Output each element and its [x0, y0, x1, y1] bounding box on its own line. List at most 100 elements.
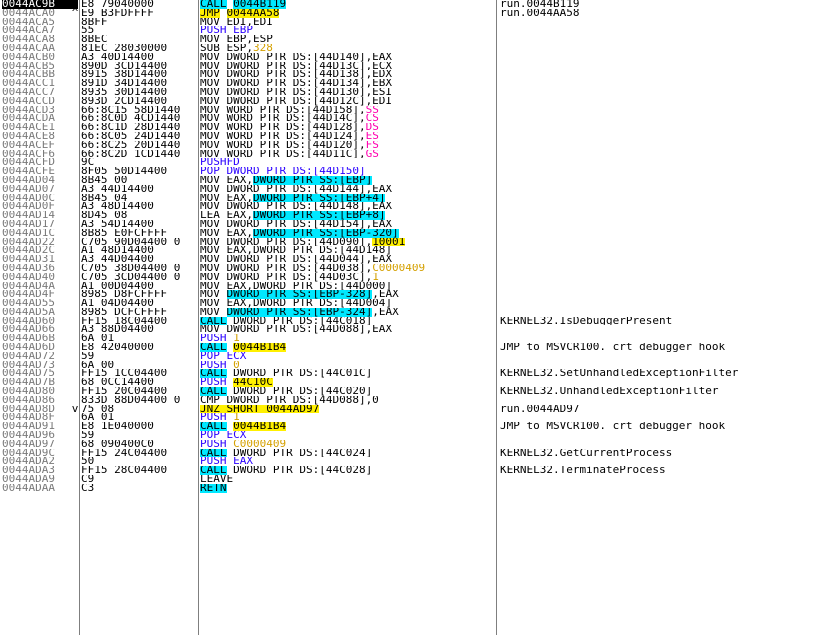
instruction-row[interactable]: 0044AD66 A3 88D04400 MOV DWORD PTR DS:[44D… — [0, 325, 826, 334]
disassembly-cell: MOV DWORD PTR DS:[44D13C],ECX — [200, 62, 496, 71]
address-cell: 0044ACE8 — [2, 131, 55, 141]
instruction-row[interactable]: 0044ACB0 A3 40D14400 MOV DWORD PTR DS:[44D… — [0, 53, 826, 62]
instruction-row[interactable]: 0044AD31 A3 44D04400 MOV DWORD PTR DS:[44D… — [0, 255, 826, 264]
instruction-row[interactable]: 0044AD7B 68 0CC14400 PUSH 44C10C — [0, 378, 826, 388]
instruction-row[interactable]: 0044ACF6 66:8C2D 1CD1440 MOV WORD PTR DS:[… — [0, 150, 826, 159]
disassembly-token: MOV DWORD PTR DS:[44D148],EAX — [200, 202, 393, 212]
instruction-row[interactable]: 0044AD07 A3 44D14400 MOV DWORD PTR DS:[44D… — [0, 185, 826, 194]
address-cell: 0044ACFE — [2, 167, 55, 176]
disassembly-token — [220, 9, 227, 18]
instruction-row[interactable]: 0044AD80 FF15 20C04400 CALL DWORD PTR DS:[… — [0, 387, 826, 396]
jump-direction-marker: ^ — [71, 5, 79, 19]
instruction-row[interactable]: 0044AD96 59 POP ECX — [0, 431, 826, 440]
instruction-row[interactable]: 0044AD1C 8B85 E0FCFFFF MOV EAX,DWORD PTR S… — [0, 228, 826, 238]
instruction-row[interactable]: 0044AC9B E8 79040000 CALL 0044B119 run.0044… — [0, 0, 826, 9]
disassembly-token: MOV DWORD PTR DS:[44D090], — [200, 237, 373, 247]
instruction-row[interactable]: 0044ACA7 55 PUSH EBP — [0, 26, 826, 35]
instruction-row[interactable]: 0044ACCD 893D 2CD14400 MOV DWORD PTR DS:[4… — [0, 97, 826, 106]
address-cell: 0044ACEF — [2, 140, 55, 150]
disassembly-token: ES — [365, 131, 379, 141]
disassembly-token: CALL — [200, 466, 227, 476]
disassembly-token: PUSH — [200, 413, 234, 423]
disassembly-token: CALL — [200, 369, 227, 379]
instruction-row[interactable]: 0044ADA9 C9 LEAVE — [0, 475, 826, 484]
instruction-row[interactable]: 0044ADAA C3 RETN — [0, 483, 826, 493]
disassembly-token: MOV DWORD PTR DS:[44D12C],EDI — [200, 96, 393, 106]
instruction-row[interactable]: 0044AD9C FF15 24C04400 CALL DWORD PTR DS:[… — [0, 448, 826, 458]
instruction-row[interactable]: 0044AD73 6A 00 PUSH 0 — [0, 361, 826, 370]
instruction-row[interactable]: 0044AD14 8D45 08 LEA EAX,DWORD PTR SS:[EBP… — [0, 211, 826, 220]
instruction-row[interactable]: 0044AD40 C705 3CD04400 0 MOV DWORD PTR DS:… — [0, 273, 826, 282]
disassembly-token: PUSH EBP — [200, 26, 253, 36]
disassembly-token: MOV DWORD PTR DS:[44D130],ESI — [200, 87, 393, 97]
disassembly-token: 1 — [233, 334, 240, 344]
instruction-row[interactable]: 0044AD55 A1 04D04400 MOV EAX,DWORD PTR DS:… — [0, 299, 826, 308]
disassembly-cell: CALL DWORD PTR DS:[44C028] — [200, 466, 496, 476]
address-cell: 0044AD40 — [2, 272, 55, 282]
instruction-row[interactable]: 0044AD17 A3 54D14400 MOV DWORD PTR DS:[44D… — [0, 220, 826, 229]
instruction-row[interactable]: 0044ADA2 50 PUSH EAX — [0, 457, 826, 466]
disassembly-cell: PUSH EBP — [200, 26, 496, 35]
hex-dump-cell: C3 — [81, 483, 95, 493]
instruction-row[interactable]: 0044AD60 FF15 18C04400 CALL DWORD PTR DS:[… — [0, 316, 826, 326]
instruction-row[interactable]: 0044ACC7 8935 30D14400 MOV DWORD PTR DS:[4… — [0, 88, 826, 97]
instruction-row[interactable]: 0044AD8F 6A 01 PUSH 1 — [0, 413, 826, 422]
instruction-row[interactable]: 0044AD91 E8 1E040000 CALL 0044B1B4 JMP to M… — [0, 422, 826, 432]
instruction-row[interactable]: 0044AD86 833D 88D04400 0 CMP DWORD PTR DS:… — [0, 396, 826, 405]
instruction-row[interactable]: 0044AD6B 6A 01 PUSH 1 — [0, 334, 826, 343]
disassembly-token: MOV DWORD PTR DS:[44D140],EAX — [200, 52, 393, 62]
instruction-row[interactable]: 0044AD22 C705 90D04400 0 MOV DWORD PTR DS:… — [0, 237, 826, 247]
instruction-row[interactable]: 0044ACE8 66:8C05 24D1440 MOV WORD PTR DS:[… — [0, 132, 826, 141]
hex-dump-cell: A3 88D04400 — [81, 325, 154, 335]
disassembly-token: POP ECX — [200, 351, 247, 361]
instruction-row[interactable]: 0044AD04 8B45 00 MOV EAX,DWORD PTR SS:[EBP… — [0, 175, 826, 185]
instruction-row[interactable]: 0044ACD3 66:8C15 58D1440 MOV WORD PTR DS:[… — [0, 106, 826, 115]
instruction-row[interactable]: 0044AD4A A1 00D04400 MOV EAX,DWORD PTR DS:… — [0, 282, 826, 291]
instruction-row[interactable]: 0044ACAA 81EC 28030000 SUB ESP,328 — [0, 44, 826, 53]
address-cell: 0044ACA8 — [2, 35, 55, 44]
disassembly-cell: JMP 0044AA58 — [200, 8, 496, 18]
address-cell: 0044ACB5 — [2, 61, 55, 71]
disassembly-cell: MOV DWORD PTR DS:[44D090],10001 — [200, 237, 496, 247]
instruction-row[interactable]: 0044AD4F 8985 D8FCFFFF MOV DWORD PTR SS:[E… — [0, 290, 826, 300]
hex-dump-cell: FF15 28C04400 — [81, 466, 168, 476]
hex-dump-cell: FF15 24C04400 — [81, 448, 168, 458]
instruction-row[interactable]: 0044AD75 FF15 1CC04400 CALL DWORD PTR DS:[… — [0, 369, 826, 379]
disassembly-token: MOV DWORD PTR DS:[44D088],EAX — [200, 325, 393, 335]
disassembly-token: DWORD PTR DS:[44C024] — [226, 448, 373, 458]
disassembly-cell: MOV EAX,DWORD PTR SS:[EBP+4] — [200, 193, 496, 203]
instruction-row[interactable]: 0044ACA5 8BFF MOV EDI,EDI — [0, 18, 826, 27]
instruction-row[interactable]: 0044AD0C 8B45 04 MOV EAX,DWORD PTR SS:[EBP… — [0, 193, 826, 203]
disassembly-token: PUSH — [200, 439, 234, 449]
disassembly-token: MOV WORD PTR DS:[44D11C], — [200, 149, 366, 159]
instruction-row[interactable]: 0044ACA8 8BEC MOV EBP,ESP — [0, 35, 826, 44]
disassembly-token: C0000409 — [233, 439, 287, 449]
instruction-row[interactable]: 0044ACBB 8915 38D14400 MOV DWORD PTR DS:[4… — [0, 70, 826, 79]
address-cell: 0044AD1C — [2, 228, 55, 238]
instruction-row[interactable]: 0044AD8D v 75 08 JNZ SHORT 0044AD97 run.0044… — [0, 403, 826, 414]
instruction-row[interactable]: 0044AD5A 8985 DCFCFFFF MOV DWORD PTR SS:[E… — [0, 307, 826, 317]
disassembly-pane[interactable]: 0044AC9B E8 79040000 CALL 0044B119 run.0044… — [0, 0, 826, 635]
instruction-row[interactable]: 0044ACDA 66:8C0D 4CD1440 MOV WORD PTR DS:[… — [0, 114, 826, 123]
instruction-row[interactable]: 0044ACEF 66:8C25 20D1440 MOV WORD PTR DS:[… — [0, 141, 826, 150]
instruction-row[interactable]: 0044ACB5 890D 3CD14400 MOV DWORD PTR DS:[4… — [0, 62, 826, 71]
instruction-row[interactable]: 0044ACC1 891D 34D14400 MOV DWORD PTR DS:[4… — [0, 79, 826, 88]
instruction-row[interactable]: 0044ACFE 8F05 50D14400 POP DWORD PTR DS:[4… — [0, 167, 826, 176]
instruction-row[interactable]: 0044AD6D E8 42040000 CALL 0044B1B4 JMP to M… — [0, 343, 826, 352]
instruction-row[interactable]: 0044AD72 59 POP ECX — [0, 352, 826, 361]
address-cell: 0044AD14 — [2, 211, 55, 220]
disassembly-token: DWORD PTR SS:[EBP+8] — [252, 211, 386, 220]
instruction-row[interactable]: 0044AD0F A3 48D14400 MOV DWORD PTR DS:[44D… — [0, 202, 826, 211]
hex-dump-cell: 55 — [81, 26, 95, 36]
instruction-row[interactable]: 0044ADA3 FF15 28C04400 CALL DWORD PTR DS:[… — [0, 466, 826, 476]
disassembly-token: CALL — [200, 422, 227, 432]
instruction-row[interactable]: 0044AD2C A1 48D14400 MOV EAX,DWORD PTR DS:… — [0, 246, 826, 255]
instruction-row[interactable]: 0044AD36 C705 38D04400 0 MOV DWORD PTR DS:… — [0, 264, 826, 273]
instruction-row[interactable]: 0044AD97 68 090400C0 PUSH C0000409 — [0, 440, 826, 449]
disassembly-cell: MOV DWORD PTR DS:[44D12C],EDI — [200, 97, 496, 106]
instruction-row[interactable]: 0044ACFD 9C PUSHFD — [0, 158, 826, 167]
comment-cell: run.0044AA58 — [500, 8, 580, 18]
hex-dump-cell: FF15 20C04400 — [81, 387, 168, 396]
instruction-row[interactable]: 0044ACE1 66:8C1D 28D1440 MOV WORD PTR DS:[… — [0, 123, 826, 132]
instruction-row[interactable]: 0044ACA0 ^ E9 B3FDFFFF JMP 0044AA58 run.0044… — [0, 5, 826, 19]
